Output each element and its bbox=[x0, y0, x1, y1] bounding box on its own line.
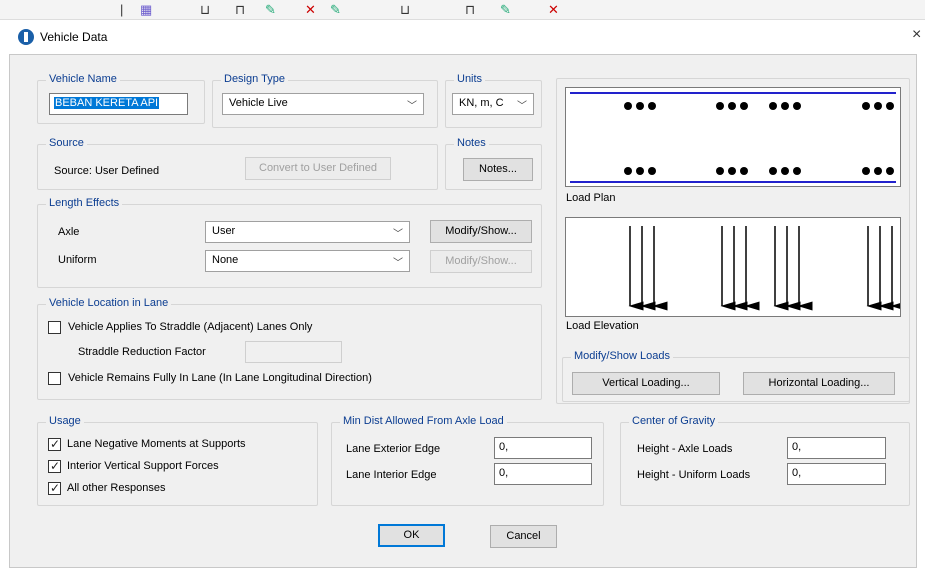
chevron-down-icon: ﹀ bbox=[393, 258, 403, 269]
chevron-down-icon: ﹀ bbox=[393, 229, 403, 240]
design-type-value: Vehicle Live bbox=[229, 97, 288, 109]
axle-select[interactable]: User ﹀ bbox=[205, 221, 410, 243]
height-uniform-label: Height - Uniform Loads bbox=[637, 469, 751, 481]
straddle-checkbox[interactable] bbox=[48, 321, 61, 334]
remains-in-lane-label: Vehicle Remains Fully In Lane (In Lane L… bbox=[68, 372, 372, 384]
exterior-edge-label: Lane Exterior Edge bbox=[346, 443, 441, 455]
usage-label-negative-moments: Lane Negative Moments at Supports bbox=[67, 438, 246, 450]
uniform-select[interactable]: None ﹀ bbox=[205, 250, 410, 272]
reduction-factor-label: Straddle Reduction Factor bbox=[78, 346, 206, 358]
reduction-factor-input[interactable] bbox=[245, 341, 342, 363]
horizontal-loading-button[interactable]: Horizontal Loading... bbox=[743, 372, 895, 395]
uniform-label: Uniform bbox=[58, 254, 97, 266]
usage-checkbox-negative-moments[interactable]: ✓ bbox=[48, 437, 61, 451]
straddle-label: Vehicle Applies To Straddle (Adjacent) L… bbox=[68, 321, 313, 333]
chevron-down-icon: ﹀ bbox=[517, 101, 527, 112]
section-icon-2[interactable]: ⊓ bbox=[465, 2, 475, 18]
wheel-dots-top bbox=[624, 102, 894, 110]
draw-icon-2[interactable]: ✎ bbox=[500, 2, 511, 18]
center-of-gravity-legend: Center of Gravity bbox=[629, 415, 719, 427]
units-legend: Units bbox=[454, 73, 486, 85]
usage-checkbox-support-forces[interactable]: ✓ bbox=[48, 459, 61, 473]
close-icon[interactable]: × bbox=[912, 26, 921, 44]
vehicle-name-input[interactable]: BEBAN KERETA API bbox=[49, 93, 188, 115]
frame-icon[interactable]: ⊔ bbox=[200, 2, 210, 18]
notes-button[interactable]: Notes... bbox=[463, 158, 533, 181]
grid-icon[interactable]: ▦ bbox=[140, 2, 152, 18]
usage-label-support-forces: Interior Vertical Support Forces bbox=[67, 460, 219, 472]
draw-icon[interactable]: ✎ bbox=[265, 2, 276, 18]
cancel-button[interactable]: Cancel bbox=[490, 525, 557, 548]
length-effects-group: Length Effects bbox=[37, 197, 542, 288]
design-type-legend: Design Type bbox=[221, 73, 288, 85]
interior-edge-input[interactable]: 0, bbox=[494, 463, 592, 485]
checkmark-icon: ✓ bbox=[50, 481, 61, 495]
min-dist-legend: Min Dist Allowed From Axle Load bbox=[340, 415, 507, 427]
exterior-edge-input[interactable]: 0, bbox=[494, 437, 592, 459]
usage-legend: Usage bbox=[46, 415, 84, 427]
units-value: KN, m, C bbox=[459, 97, 504, 109]
axle-label: Axle bbox=[58, 226, 80, 238]
usage-checkbox-other-responses[interactable]: ✓ bbox=[48, 481, 61, 495]
vehicle-name-legend: Vehicle Name bbox=[46, 73, 120, 85]
load-elevation-caption: Load Elevation bbox=[566, 320, 639, 332]
delete-icon-2[interactable]: ✕ bbox=[548, 2, 559, 18]
modify-loads-legend: Modify/Show Loads bbox=[571, 350, 673, 362]
uniform-modify-show-button[interactable]: Modify/Show... bbox=[430, 250, 532, 273]
toolbar-separator-icon: | bbox=[120, 2, 124, 17]
source-legend: Source bbox=[46, 137, 87, 149]
height-axle-label: Height - Axle Loads bbox=[637, 443, 733, 455]
design-type-select[interactable]: Vehicle Live ﹀ bbox=[222, 93, 424, 115]
vertical-loading-button[interactable]: Vertical Loading... bbox=[572, 372, 720, 395]
frame-icon-2[interactable]: ⊔ bbox=[400, 2, 410, 18]
checkmark-icon: ✓ bbox=[50, 437, 61, 451]
height-uniform-input[interactable]: 0, bbox=[787, 463, 886, 485]
remains-in-lane-checkbox[interactable] bbox=[48, 372, 61, 385]
edit-icon[interactable]: ✎ bbox=[330, 2, 341, 18]
uniform-value: None bbox=[212, 254, 239, 266]
axle-modify-show-button[interactable]: Modify/Show... bbox=[430, 220, 532, 243]
vehicle-name-value: BEBAN KERETA API bbox=[54, 97, 160, 109]
notes-legend: Notes bbox=[454, 137, 489, 149]
load-elevation-plot bbox=[565, 217, 901, 317]
source-text: Source: User Defined bbox=[54, 165, 160, 177]
delete-icon[interactable]: ✕ bbox=[305, 2, 316, 18]
axle-value: User bbox=[212, 225, 236, 237]
wheel-dots-bottom bbox=[624, 167, 894, 175]
checkmark-icon: ✓ bbox=[50, 459, 61, 473]
window-title: Vehicle Data bbox=[40, 30, 108, 44]
chevron-down-icon: ﹀ bbox=[407, 101, 417, 112]
usage-label-other-responses: All other Responses bbox=[67, 482, 166, 494]
units-select[interactable]: KN, m, C ﹀ bbox=[452, 93, 534, 115]
ok-button[interactable]: OK bbox=[378, 524, 445, 547]
interior-edge-label: Lane Interior Edge bbox=[346, 469, 437, 481]
title-bar: Vehicle Data × bbox=[0, 20, 925, 54]
section-icon[interactable]: ⊓ bbox=[235, 2, 245, 18]
vehicle-location-legend: Vehicle Location in Lane bbox=[46, 297, 172, 309]
axle-load-arrows bbox=[628, 226, 900, 311]
parent-toolbar-strip: | ▦ ⊔ ⊓ ✎ ✕ ✎ ⊔ ⊓ ✎ ✕ bbox=[0, 0, 925, 20]
convert-to-user-defined-button[interactable]: Convert to User Defined bbox=[245, 157, 391, 180]
length-effects-legend: Length Effects bbox=[46, 197, 123, 209]
load-plan-caption: Load Plan bbox=[566, 192, 616, 204]
height-axle-input[interactable]: 0, bbox=[787, 437, 886, 459]
load-plan-plot bbox=[565, 87, 901, 187]
